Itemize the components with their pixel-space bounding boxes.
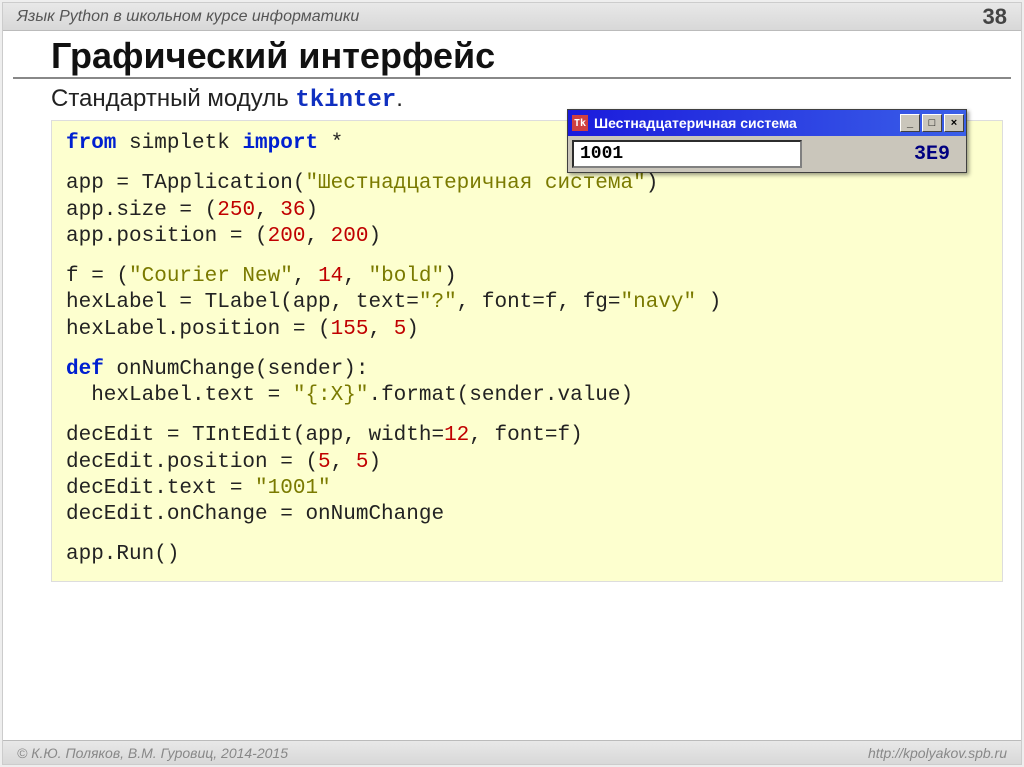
code-text: ) xyxy=(305,199,318,222)
code-text: decEdit.onChange = onNumChange xyxy=(66,503,444,526)
number: 155 xyxy=(331,318,369,341)
page-title: Графический интерфейс xyxy=(13,31,1011,79)
code-text: hexLabel = TLabel(app, text= xyxy=(66,291,419,314)
footer-bar: © К.Ю. Поляков, В.М. Гуровиц, 2014-2015 … xyxy=(3,740,1021,764)
code-text: onNumChange(sender): xyxy=(104,358,369,381)
code-text: , font=f) xyxy=(469,424,582,447)
hex-label: 3E9 xyxy=(802,143,962,166)
code-text: app.position = ( xyxy=(66,225,268,248)
code-text: simpletk xyxy=(116,132,242,155)
code-text: ) xyxy=(368,451,381,474)
kw-def: def xyxy=(66,358,104,381)
subtitle-text: Стандартный модуль xyxy=(51,85,295,112)
app-icon: Tk xyxy=(572,115,588,131)
copyright: © К.Ю. Поляков, В.М. Гуровиц, 2014-2015 xyxy=(17,745,288,761)
number: 200 xyxy=(268,225,306,248)
number: 5 xyxy=(356,451,369,474)
header-text: Язык Python в школьном курсе информатики xyxy=(17,8,359,26)
string: "{:X}" xyxy=(293,384,369,407)
code-text: app.Run() xyxy=(66,543,179,566)
string: "Шестнадцатеричная система" xyxy=(305,172,645,195)
code-text: , xyxy=(255,199,280,222)
tk-window: Tk Шестнадцатеричная система _ □ × 1001 … xyxy=(567,109,967,173)
code-text: * xyxy=(318,132,343,155)
slide: Язык Python в школьном курсе информатики… xyxy=(2,2,1022,765)
string: "bold" xyxy=(369,265,445,288)
number: 14 xyxy=(318,265,343,288)
window-title: Шестнадцатеричная система xyxy=(594,115,797,131)
close-button[interactable]: × xyxy=(944,114,964,132)
code-text: hexLabel.text = xyxy=(66,384,293,407)
number: 5 xyxy=(318,451,331,474)
code-text: , xyxy=(331,451,356,474)
page-number: 38 xyxy=(983,4,1007,30)
header-bar: Язык Python в школьном курсе информатики… xyxy=(3,3,1021,31)
code-text: app.size = ( xyxy=(66,199,217,222)
code-text: f = ( xyxy=(66,265,129,288)
maximize-button[interactable]: □ xyxy=(922,114,942,132)
code-text: , xyxy=(305,225,330,248)
window-titlebar[interactable]: Tk Шестнадцатеричная система _ □ × xyxy=(568,110,966,136)
code-block: from simpletk import * app = TApplicatio… xyxy=(51,120,1003,582)
number: 5 xyxy=(394,318,407,341)
number: 250 xyxy=(217,199,255,222)
code-text: decEdit.position = ( xyxy=(66,451,318,474)
string: "navy" xyxy=(621,291,697,314)
code-text: , xyxy=(293,265,318,288)
code-text: ) xyxy=(368,225,381,248)
code-text: ) xyxy=(444,265,457,288)
number: 12 xyxy=(444,424,469,447)
code-text: app = TApplication( xyxy=(66,172,305,195)
string: "?" xyxy=(419,291,457,314)
code-text: decEdit.text = xyxy=(66,477,255,500)
code-text: ) xyxy=(406,318,419,341)
code-text: , xyxy=(368,318,393,341)
string: "1001" xyxy=(255,477,331,500)
site-url: http://kpolyakov.spb.ru xyxy=(868,745,1007,761)
subtitle-period: . xyxy=(396,85,403,112)
string: "Courier New" xyxy=(129,265,293,288)
code-text: , xyxy=(343,265,368,288)
code-text: ) xyxy=(696,291,721,314)
kw-import: import xyxy=(242,132,318,155)
dec-input[interactable]: 1001 xyxy=(572,140,802,168)
number: 36 xyxy=(280,199,305,222)
minimize-button[interactable]: _ xyxy=(900,114,920,132)
code-text: hexLabel.position = ( xyxy=(66,318,331,341)
module-name: tkinter xyxy=(295,87,396,114)
number: 200 xyxy=(331,225,369,248)
window-client: 1001 3E9 xyxy=(568,136,966,172)
kw-from: from xyxy=(66,132,116,155)
code-text: , font=f, fg= xyxy=(457,291,621,314)
code-text: decEdit = TIntEdit(app, width= xyxy=(66,424,444,447)
code-text: .format(sender.value) xyxy=(368,384,633,407)
code-text: ) xyxy=(646,172,659,195)
